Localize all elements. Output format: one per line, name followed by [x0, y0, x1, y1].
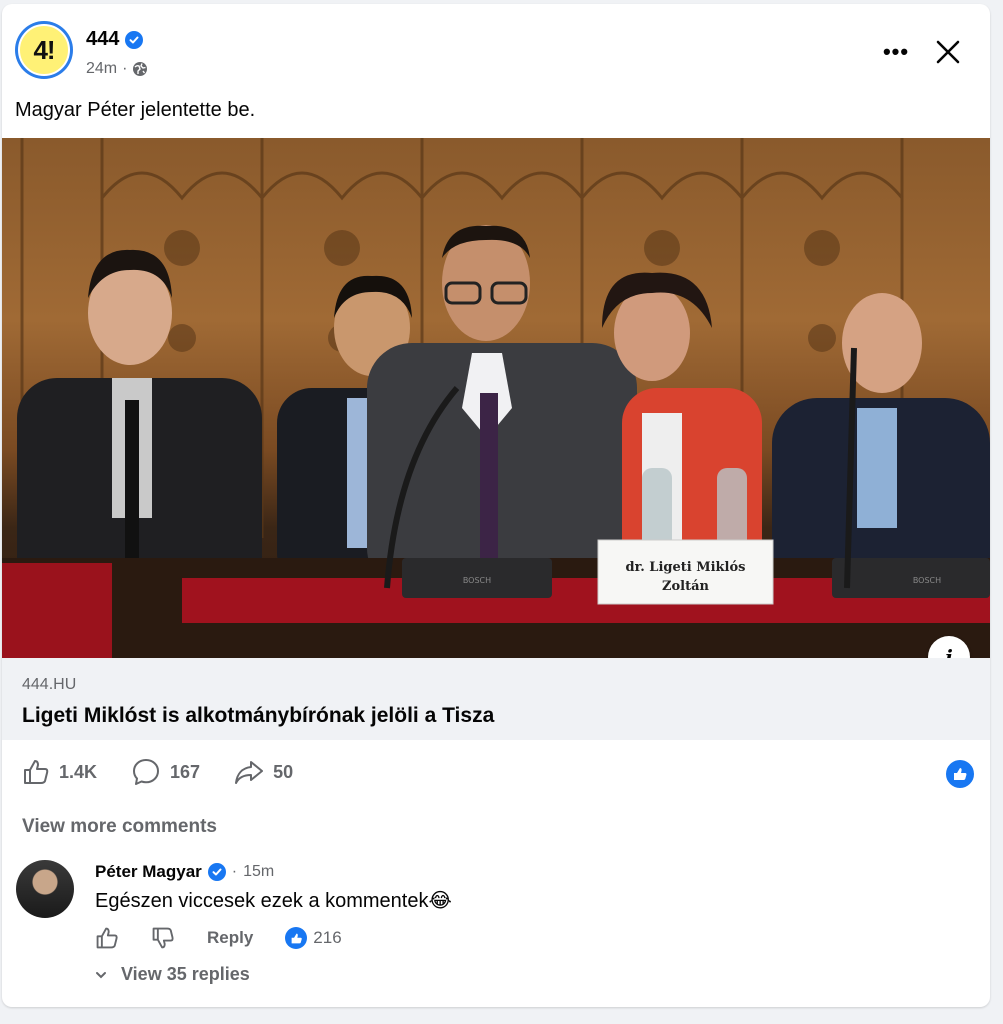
verified-badge-icon [125, 30, 144, 49]
comment-header: Péter Magyar · 15m [95, 862, 274, 882]
chevron-down-icon [96, 971, 106, 978]
comment-like-button[interactable] [95, 926, 121, 950]
page-name-label: 444 [86, 28, 120, 50]
comment-actions: Reply 216 [95, 924, 342, 952]
page-name[interactable]: 444 [86, 28, 144, 51]
view-more-comments-link[interactable]: View more comments [22, 816, 217, 838]
more-options-button[interactable]: ••• [876, 34, 916, 70]
like-count: 1.4K [59, 761, 98, 782]
comment-count: 167 [170, 761, 201, 782]
comment-separator: · [231, 863, 238, 880]
comment-text: Egészen viccesek ezek a kommentek😂 [95, 890, 452, 912]
globe-icon [133, 62, 148, 76]
share-count: 50 [273, 761, 294, 782]
like-button[interactable]: 1.4K [22, 758, 97, 786]
link-preview[interactable]: 444.HU Ligeti Miklóst is alkotmánybíróna… [2, 658, 990, 740]
link-domain: 444.HU [22, 676, 77, 693]
view-replies-label: View 35 replies [121, 964, 250, 984]
mic-brand-left: BOSCH [463, 576, 491, 585]
comment-reaction-count: 216 [313, 928, 342, 947]
post-image[interactable]: dr. Ligeti Miklós Zoltán BOSCH BOSCH [2, 138, 990, 658]
share-icon [235, 761, 264, 784]
commenter-avatar[interactable] [16, 860, 74, 918]
action-bar: 1.4K 167 50 [22, 756, 327, 788]
post-image-illustration: dr. Ligeti Miklós Zoltán BOSCH BOSCH [2, 138, 990, 658]
thumbs-up-icon [96, 927, 118, 949]
post-card: 4! 444 24m · ••• Magyar Péter jelentette… [2, 4, 990, 1007]
post-time[interactable]: 24m [86, 60, 117, 78]
page-avatar[interactable]: 4! [15, 21, 73, 79]
comment-reactions[interactable]: 216 [285, 927, 342, 949]
verified-badge-icon [207, 863, 226, 881]
reply-button[interactable]: Reply [207, 928, 253, 948]
share-button[interactable]: 50 [234, 757, 293, 787]
like-reaction-icon [285, 927, 308, 949]
like-reaction-icon[interactable] [944, 758, 976, 790]
page-avatar-logo: 4! [18, 24, 70, 76]
thumbs-down-icon [152, 927, 174, 949]
nameplate-line-1: dr. Ligeti Miklós [626, 560, 746, 575]
post-text: Magyar Péter jelentette be. [15, 99, 256, 121]
mic-brand-right: BOSCH [913, 576, 941, 585]
comment-dislike-button[interactable] [151, 926, 177, 950]
post-meta: 24m · [86, 60, 148, 78]
thumbs-up-icon [24, 760, 49, 784]
comment-icon [133, 759, 160, 785]
nameplate-line-2: Zoltán [662, 579, 710, 594]
comment-author[interactable]: Péter Magyar [95, 862, 202, 882]
comment-button[interactable]: 167 [131, 757, 200, 787]
view-replies-link[interactable]: View 35 replies [95, 964, 250, 985]
more-options-icon: ••• [882, 39, 910, 64]
link-title: Ligeti Miklóst is alkotmánybírónak jelöl… [22, 704, 495, 727]
close-icon [936, 40, 960, 64]
meta-separator: · [122, 60, 128, 77]
close-button[interactable] [926, 30, 970, 74]
comment-time[interactable]: 15m [243, 863, 274, 881]
